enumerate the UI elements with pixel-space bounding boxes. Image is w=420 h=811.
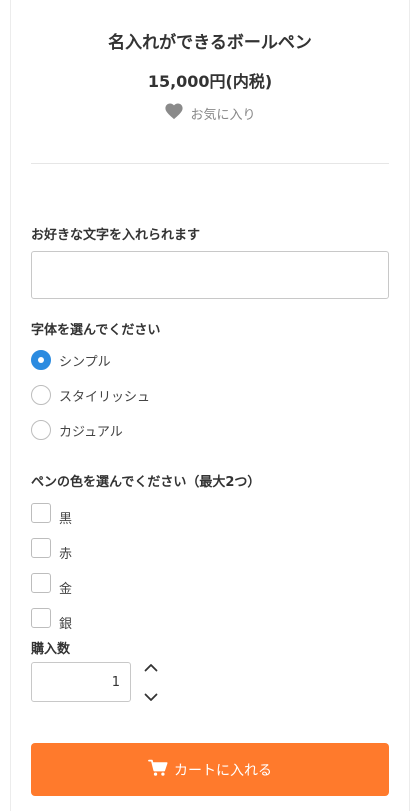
product-price: 15,000円(内税) xyxy=(147,72,273,91)
engraving-label: お好きな文字を入れられます xyxy=(31,228,201,243)
chevron-down-icon xyxy=(144,693,158,701)
quantity-label: 購入数 xyxy=(31,642,71,657)
chevron-up-icon xyxy=(144,663,158,671)
product-title: 名入れができるボールペン xyxy=(108,33,312,53)
radio-label: スタイリッシュ xyxy=(59,389,151,405)
radio-button[interactable] xyxy=(31,350,51,370)
checkbox-option-red[interactable]: 赤 xyxy=(31,533,72,562)
radio-button[interactable] xyxy=(31,385,51,405)
checkbox[interactable] xyxy=(31,607,51,628)
quantity-input[interactable] xyxy=(31,662,131,702)
checkbox-option-gold[interactable]: 金 xyxy=(31,568,72,597)
checkbox-label: 金 xyxy=(59,582,73,597)
pen-color-label: ペンの色を選んでください（最大2つ） xyxy=(31,475,261,490)
heart-icon xyxy=(164,102,184,124)
checkbox-option-silver[interactable]: 銀 xyxy=(31,603,72,632)
favorite-label: お気に入り xyxy=(190,107,256,123)
checkbox[interactable] xyxy=(31,502,51,523)
radio-label: カジュアル xyxy=(59,424,123,440)
checkbox[interactable] xyxy=(31,572,51,593)
radio-label: シンプル xyxy=(59,354,111,370)
radio-option-simple[interactable]: シンプル xyxy=(31,350,111,370)
quantity-increment-button[interactable] xyxy=(141,658,161,676)
quantity-decrement-button[interactable] xyxy=(141,688,161,706)
radio-button[interactable] xyxy=(31,420,51,440)
checkbox[interactable] xyxy=(31,537,51,558)
checkbox-label: 銀 xyxy=(59,617,73,632)
checkbox-option-black[interactable]: 黒 xyxy=(31,498,72,527)
radio-option-casual[interactable]: カジュアル xyxy=(31,420,123,440)
checkbox-label: 赤 xyxy=(59,547,73,562)
radio-option-stylish[interactable]: スタイリッシュ xyxy=(31,385,150,405)
engraving-input[interactable] xyxy=(31,251,389,299)
favorite-button[interactable]: お気に入り xyxy=(11,102,409,124)
cart-button-label: カートに入れる xyxy=(174,762,272,779)
font-style-label: 字体を選んでください xyxy=(31,323,161,338)
add-to-cart-button[interactable]: カートに入れる xyxy=(31,743,389,796)
checkbox-label: 黒 xyxy=(59,512,73,527)
cart-icon xyxy=(148,759,168,781)
product-card: 名入れができるボールペン 15,000円(内税) お気に入り お好きな文字を入れ… xyxy=(10,0,410,811)
divider xyxy=(31,163,389,164)
